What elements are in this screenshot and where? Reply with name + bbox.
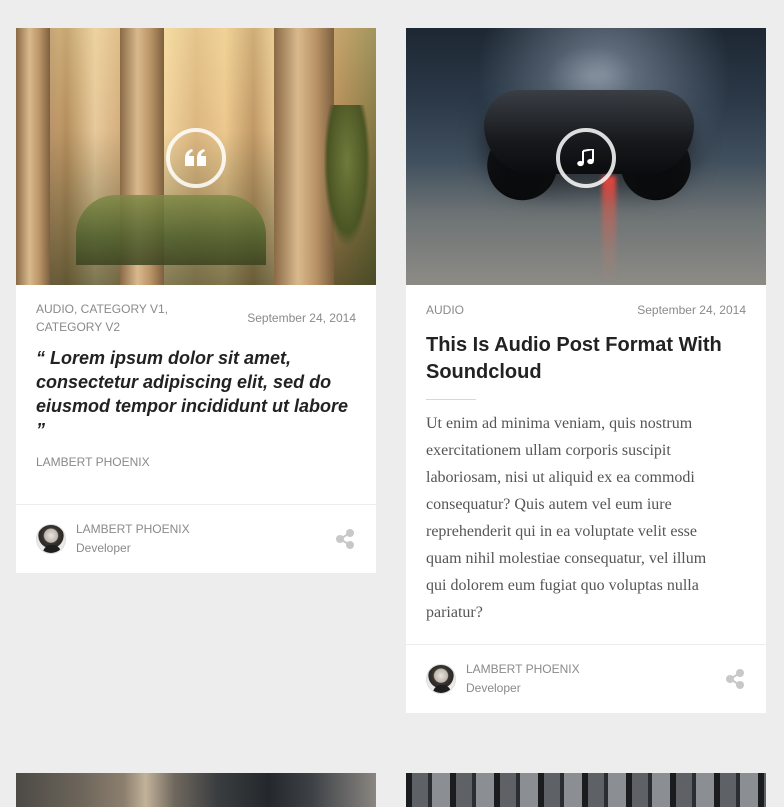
quote-line: ” [36,420,45,440]
post-card-audio: AUDIO September 24, 2014 This Is Audio P… [406,28,766,713]
post-meta: AUDIO September 24, 2014 [426,301,746,319]
post-card-quote: AUDIO, CATEGORY V1, CATEGORY V2 Septembe… [16,28,376,573]
category-links[interactable]: AUDIO, CATEGORY V1, [36,300,168,318]
quote-line: consectetur adipiscing elit, sed do [36,372,332,392]
share-icon[interactable] [334,528,356,550]
image-detail [602,176,616,285]
quote-line: “ Lorem ipsum dolor sit amet, [36,348,292,368]
image-detail [76,195,266,265]
quote-author: LAMBERT PHOENIX [36,455,150,469]
post-excerpt: Ut enim ad minima veniam, quis nostrum e… [426,410,746,626]
category-links[interactable]: CATEGORY V2 [36,318,168,336]
avatar[interactable] [36,524,66,554]
title-line: Soundcloud [426,361,542,383]
share-icon[interactable] [724,668,746,690]
post-featured-image-partial[interactable] [406,773,766,807]
post-title[interactable]: This Is Audio Post Format With Soundclou… [426,332,746,386]
excerpt-line: pariatur? [426,604,483,621]
post-featured-image-partial[interactable] [16,773,376,807]
excerpt-line: quam nihil molestiae consequatur, vel il… [426,550,707,567]
post-meta: AUDIO, CATEGORY V1, CATEGORY V2 Septembe… [36,300,356,336]
quote-icon [185,149,206,166]
post-footer: LAMBERT PHOENIX Developer [406,644,766,713]
image-detail [324,105,370,245]
excerpt-line: Ut enim ad minima veniam, quis nostrum [426,415,693,432]
post-content: AUDIO, CATEGORY V1, CATEGORY V2 Septembe… [16,300,376,469]
author-name[interactable]: LAMBERT PHOENIX [76,520,190,539]
music-note-icon [577,149,594,167]
post-featured-image[interactable] [406,28,766,285]
image-detail [16,28,50,285]
author-info: LAMBERT PHOENIX Developer [76,520,190,558]
post-footer: LAMBERT PHOENIX Developer [16,504,376,573]
excerpt-line: reprehenderit qui in ea voluptate velit … [426,523,698,540]
author-info: LAMBERT PHOENIX Developer [466,660,580,698]
excerpt-line: exercitationem ullam corporis suscipit [426,442,671,459]
post-date: September 24, 2014 [247,311,356,325]
excerpt-line: qui dolorem eum fugiat quo voluptas null… [426,577,699,594]
title-line: This Is Audio Post Format With [426,334,722,356]
excerpt-line: laboriosam, nisi ut aliquid ex ea commod… [426,469,695,486]
post-categories[interactable]: AUDIO [426,301,464,319]
quote-format-icon[interactable] [166,128,226,188]
quote-text[interactable]: “ Lorem ipsum dolor sit amet, consectetu… [36,346,356,442]
quote-line: eiusmod tempor incididunt ut labore [36,396,349,416]
post-date: September 24, 2014 [637,303,746,317]
author-role: Developer [76,541,131,555]
post-featured-image[interactable] [16,28,376,285]
author-role: Developer [466,681,521,695]
avatar[interactable] [426,664,456,694]
author-name[interactable]: LAMBERT PHOENIX [466,660,580,679]
post-categories[interactable]: AUDIO, CATEGORY V1, CATEGORY V2 [36,300,168,336]
post-content: AUDIO September 24, 2014 This Is Audio P… [406,301,766,626]
audio-format-icon[interactable] [556,128,616,188]
title-divider [426,399,476,400]
excerpt-line: consequatur? Quis autem vel eum iure [426,496,672,513]
